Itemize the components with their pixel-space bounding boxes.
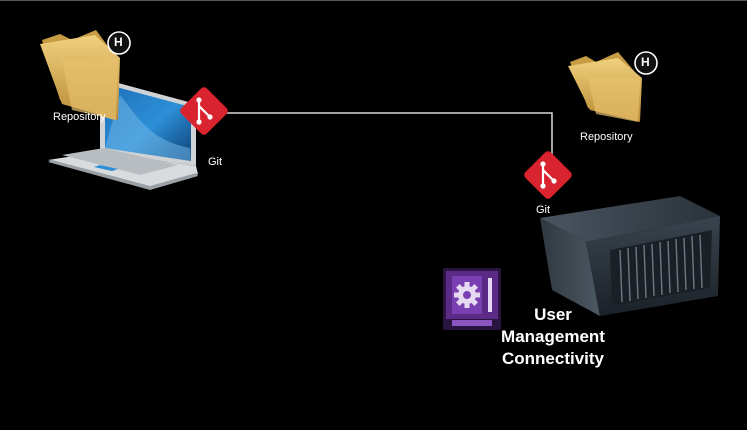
caption-line-1: User [534, 305, 572, 324]
connection-line [226, 112, 553, 160]
left-repository-label: Repository [53, 111, 106, 123]
right-repository-label: Repository [580, 131, 633, 143]
server-caption: User Management Connectivity [478, 304, 628, 370]
server-rack-icon [540, 196, 720, 316]
right-git-label: Git [536, 204, 551, 216]
left-badge-letter: H [114, 35, 123, 49]
diagram-graphics [40, 30, 720, 330]
left-git-label: Git [208, 156, 223, 168]
git-diamond-icon [524, 151, 572, 199]
caption-line-2: Management [501, 327, 605, 346]
caption-line-3: Connectivity [501, 349, 605, 368]
folder-icon [568, 52, 642, 122]
right-badge-letter: H [641, 55, 650, 69]
diagram-canvas: H H Repository Git Repository Git User M… [0, 0, 747, 430]
